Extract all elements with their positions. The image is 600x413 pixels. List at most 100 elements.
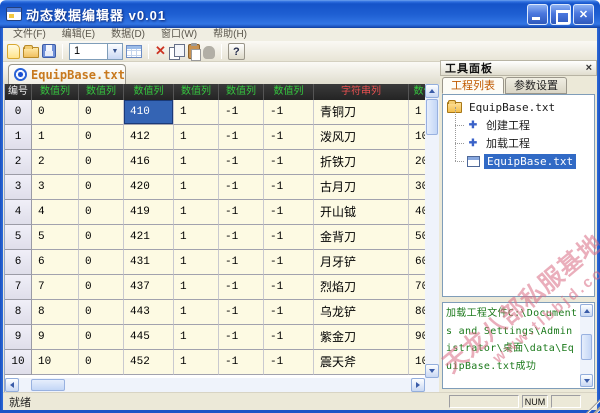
tree-root-item[interactable]: EquipBase.txt: [447, 98, 594, 116]
table-cell[interactable]: 437: [124, 275, 174, 300]
table-cell[interactable]: 1: [174, 325, 219, 350]
table-cell[interactable]: 10: [409, 125, 425, 150]
row-header[interactable]: 7: [5, 275, 32, 300]
table-cell[interactable]: 90: [409, 325, 425, 350]
column-header[interactable]: 数值列: [32, 84, 79, 100]
table-cell[interactable]: 445: [124, 325, 174, 350]
menu-item[interactable]: 编辑(E): [54, 28, 103, 41]
row-header[interactable]: 10: [5, 350, 32, 375]
table-cell[interactable]: -1: [264, 150, 314, 175]
column-header[interactable]: 数值列: [174, 84, 219, 100]
table-cell[interactable]: -1: [219, 350, 264, 375]
row-header[interactable]: 3: [5, 175, 32, 200]
table-cell[interactable]: 1: [174, 100, 219, 125]
table-cell[interactable]: 0: [79, 150, 124, 175]
hand-icon[interactable]: [203, 46, 215, 59]
table-cell[interactable]: -1: [264, 125, 314, 150]
scroll-right-button[interactable]: [411, 378, 425, 392]
table-cell[interactable]: 419: [124, 200, 174, 225]
table-cell[interactable]: 0: [79, 300, 124, 325]
table-cell[interactable]: -1: [219, 200, 264, 225]
scroll-up-button[interactable]: [580, 304, 593, 317]
table-cell[interactable]: 月牙铲: [314, 250, 409, 275]
table-cell[interactable]: 0: [79, 100, 124, 125]
table-cell[interactable]: -1: [264, 325, 314, 350]
table-cell[interactable]: 古月刀: [314, 175, 409, 200]
table-cell[interactable]: -1: [264, 200, 314, 225]
combobox-dropdown-button[interactable]: ▼: [107, 44, 122, 59]
table-cell[interactable]: 1: [409, 100, 425, 125]
table-cell[interactable]: -1: [264, 100, 314, 125]
table-cell[interactable]: 0: [79, 250, 124, 275]
table-cell[interactable]: 烈焰刀: [314, 275, 409, 300]
minimize-button[interactable]: [527, 4, 548, 25]
column-header[interactable]: 数值列: [79, 84, 124, 100]
tree-item[interactable]: ✚加载工程: [447, 134, 594, 152]
new-file-icon[interactable]: [7, 44, 20, 59]
table-cell[interactable]: 折铁刀: [314, 150, 409, 175]
table-cell[interactable]: 1: [174, 300, 219, 325]
scroll-up-button[interactable]: [425, 84, 439, 98]
scroll-down-button[interactable]: [425, 364, 439, 378]
column-header[interactable]: 数值列: [219, 84, 264, 100]
table-cell[interactable]: 3: [32, 175, 79, 200]
table-cell[interactable]: 443: [124, 300, 174, 325]
row-header[interactable]: 6: [5, 250, 32, 275]
table-cell[interactable]: 410: [124, 100, 174, 125]
log-scrollbar[interactable]: [580, 304, 593, 387]
table-cell[interactable]: -1: [264, 275, 314, 300]
table-cell[interactable]: 乌龙铲: [314, 300, 409, 325]
table-cell[interactable]: 震天斧: [314, 350, 409, 375]
table-cell[interactable]: 4: [32, 200, 79, 225]
row-header[interactable]: 4: [5, 200, 32, 225]
table-cell[interactable]: 0: [79, 225, 124, 250]
table-cell[interactable]: 1: [174, 150, 219, 175]
vertical-scroll-thumb[interactable]: [426, 99, 438, 135]
record-count-combobox[interactable]: 1 ▼: [69, 43, 123, 60]
table-cell[interactable]: 431: [124, 250, 174, 275]
menu-item[interactable]: 窗口(W): [153, 28, 205, 41]
row-header[interactable]: 8: [5, 300, 32, 325]
table-cell[interactable]: 30: [409, 175, 425, 200]
table-cell[interactable]: 0: [79, 125, 124, 150]
table-cell[interactable]: 420: [124, 175, 174, 200]
horizontal-scroll-thumb[interactable]: [31, 379, 65, 391]
column-header[interactable]: 数值列: [124, 84, 174, 100]
table-cell[interactable]: 9: [32, 325, 79, 350]
table-cell[interactable]: 7: [32, 275, 79, 300]
table-cell[interactable]: 泼风刀: [314, 125, 409, 150]
table-cell[interactable]: -1: [219, 325, 264, 350]
scroll-left-button[interactable]: [5, 378, 19, 392]
table-cell[interactable]: 8: [32, 300, 79, 325]
row-header[interactable]: 2: [5, 150, 32, 175]
table-cell[interactable]: 1: [174, 250, 219, 275]
table-cell[interactable]: 2: [32, 150, 79, 175]
table-cell[interactable]: -1: [219, 300, 264, 325]
row-header[interactable]: 5: [5, 225, 32, 250]
panel-close-icon[interactable]: ×: [586, 62, 592, 74]
row-header[interactable]: 9: [5, 325, 32, 350]
table-cell[interactable]: -1: [219, 275, 264, 300]
paste-icon[interactable]: [188, 44, 200, 59]
panel-tab-工程列表[interactable]: 工程列表: [442, 77, 504, 94]
table-cell[interactable]: 6: [32, 250, 79, 275]
table-cell[interactable]: 1: [32, 125, 79, 150]
corner-header[interactable]: 编号: [5, 84, 32, 100]
table-cell[interactable]: 1: [174, 350, 219, 375]
table-cell[interactable]: 100: [409, 350, 425, 375]
table-cell[interactable]: 紫金刀: [314, 325, 409, 350]
table-cell[interactable]: 452: [124, 350, 174, 375]
row-header[interactable]: 1: [5, 125, 32, 150]
table-cell[interactable]: 10: [32, 350, 79, 375]
table-cell[interactable]: 412: [124, 125, 174, 150]
table-cell[interactable]: 1: [174, 125, 219, 150]
table-cell[interactable]: -1: [219, 225, 264, 250]
tree-item[interactable]: ✚创建工程: [447, 116, 594, 134]
grid-vertical-scrollbar[interactable]: [425, 84, 439, 378]
table-cell[interactable]: 0: [79, 325, 124, 350]
panel-tab-参数设置[interactable]: 参数设置: [505, 77, 567, 94]
tab-equipbase[interactable]: EquipBase.txt: [8, 64, 126, 84]
table-cell[interactable]: -1: [219, 175, 264, 200]
column-header[interactable]: 字符串列: [314, 84, 409, 100]
table-cell[interactable]: 1: [174, 175, 219, 200]
